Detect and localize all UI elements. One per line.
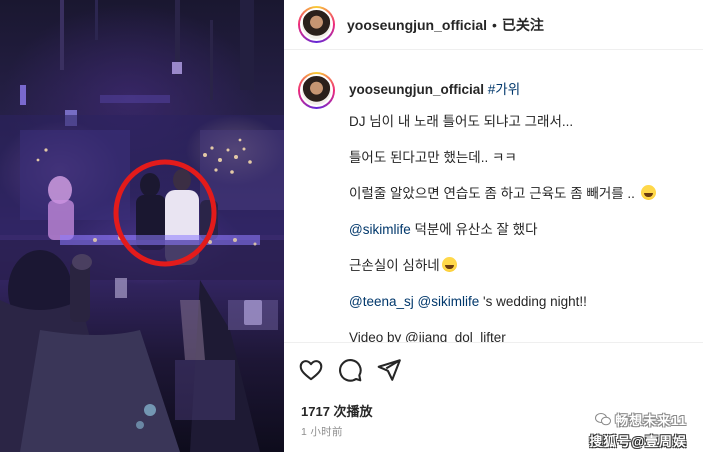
laughing-emoji-icon: [441, 257, 457, 272]
post-header: yooseungjun_official • 已关注: [284, 0, 703, 50]
mention-link[interactable]: @sikimlife: [418, 294, 480, 309]
mention-link[interactable]: @teena_sj: [349, 294, 414, 309]
caption-line-2: 틀어도 된다고만 했는데.. ㅋㅋ: [349, 150, 517, 165]
caption-username[interactable]: yooseungjun_official: [349, 82, 484, 97]
comment-icon[interactable]: [337, 357, 363, 383]
post-timestamp: 1 小时前: [301, 426, 343, 438]
action-bar: [298, 356, 402, 384]
heart-icon[interactable]: [298, 357, 324, 383]
laughing-emoji-icon: [640, 185, 656, 200]
mention-link[interactable]: @sikimlife: [349, 222, 411, 237]
video-frame: [0, 0, 284, 452]
wechat-icon: [595, 413, 612, 426]
hashtag-link[interactable]: #가위: [488, 82, 520, 97]
caption-body: yooseungjun_official #가위 DJ 님이 내 노래 틀어도 …: [349, 64, 689, 342]
divider: [284, 342, 703, 343]
caption-line-1: DJ 님이 내 노래 틀어도 되냐고 그래서...: [349, 114, 574, 129]
watermark-account: 畅想未来11: [615, 413, 687, 428]
caption-avatar[interactable]: [298, 72, 335, 109]
caption-line-6: @teena_sj @sikimlife 's wedding night!!: [349, 294, 587, 309]
author-avatar[interactable]: [298, 6, 335, 43]
follow-status-button[interactable]: 已关注: [502, 15, 544, 35]
author-username[interactable]: yooseungjun_official: [347, 17, 487, 33]
caption-line-5: 근손실이 심하네: [349, 257, 689, 275]
caption-line-7: Video by @jiang_dol_lifter: [349, 330, 506, 342]
separator-dot: •: [492, 16, 497, 33]
play-count: 1717 次播放: [301, 404, 373, 419]
caption-line-4: @sikimlife 덕분에 유산소 잘 했다: [349, 222, 538, 237]
caption-line-3: 이럴줄 알았으면 연습도 좀 하고 근육도 좀 빼거를 ..: [349, 185, 689, 203]
watermark: 畅想未来11 搜狐号@壹周娱: [589, 410, 687, 450]
caption-section: yooseungjun_official #가위 DJ 님이 내 노래 틀어도 …: [284, 64, 703, 342]
watermark-source: 搜狐号@壹周娱: [589, 434, 687, 449]
share-icon[interactable]: [376, 357, 402, 383]
video-player[interactable]: [0, 0, 284, 452]
post-sidebar: yooseungjun_official • 已关注 yooseungjun_o…: [284, 0, 703, 452]
